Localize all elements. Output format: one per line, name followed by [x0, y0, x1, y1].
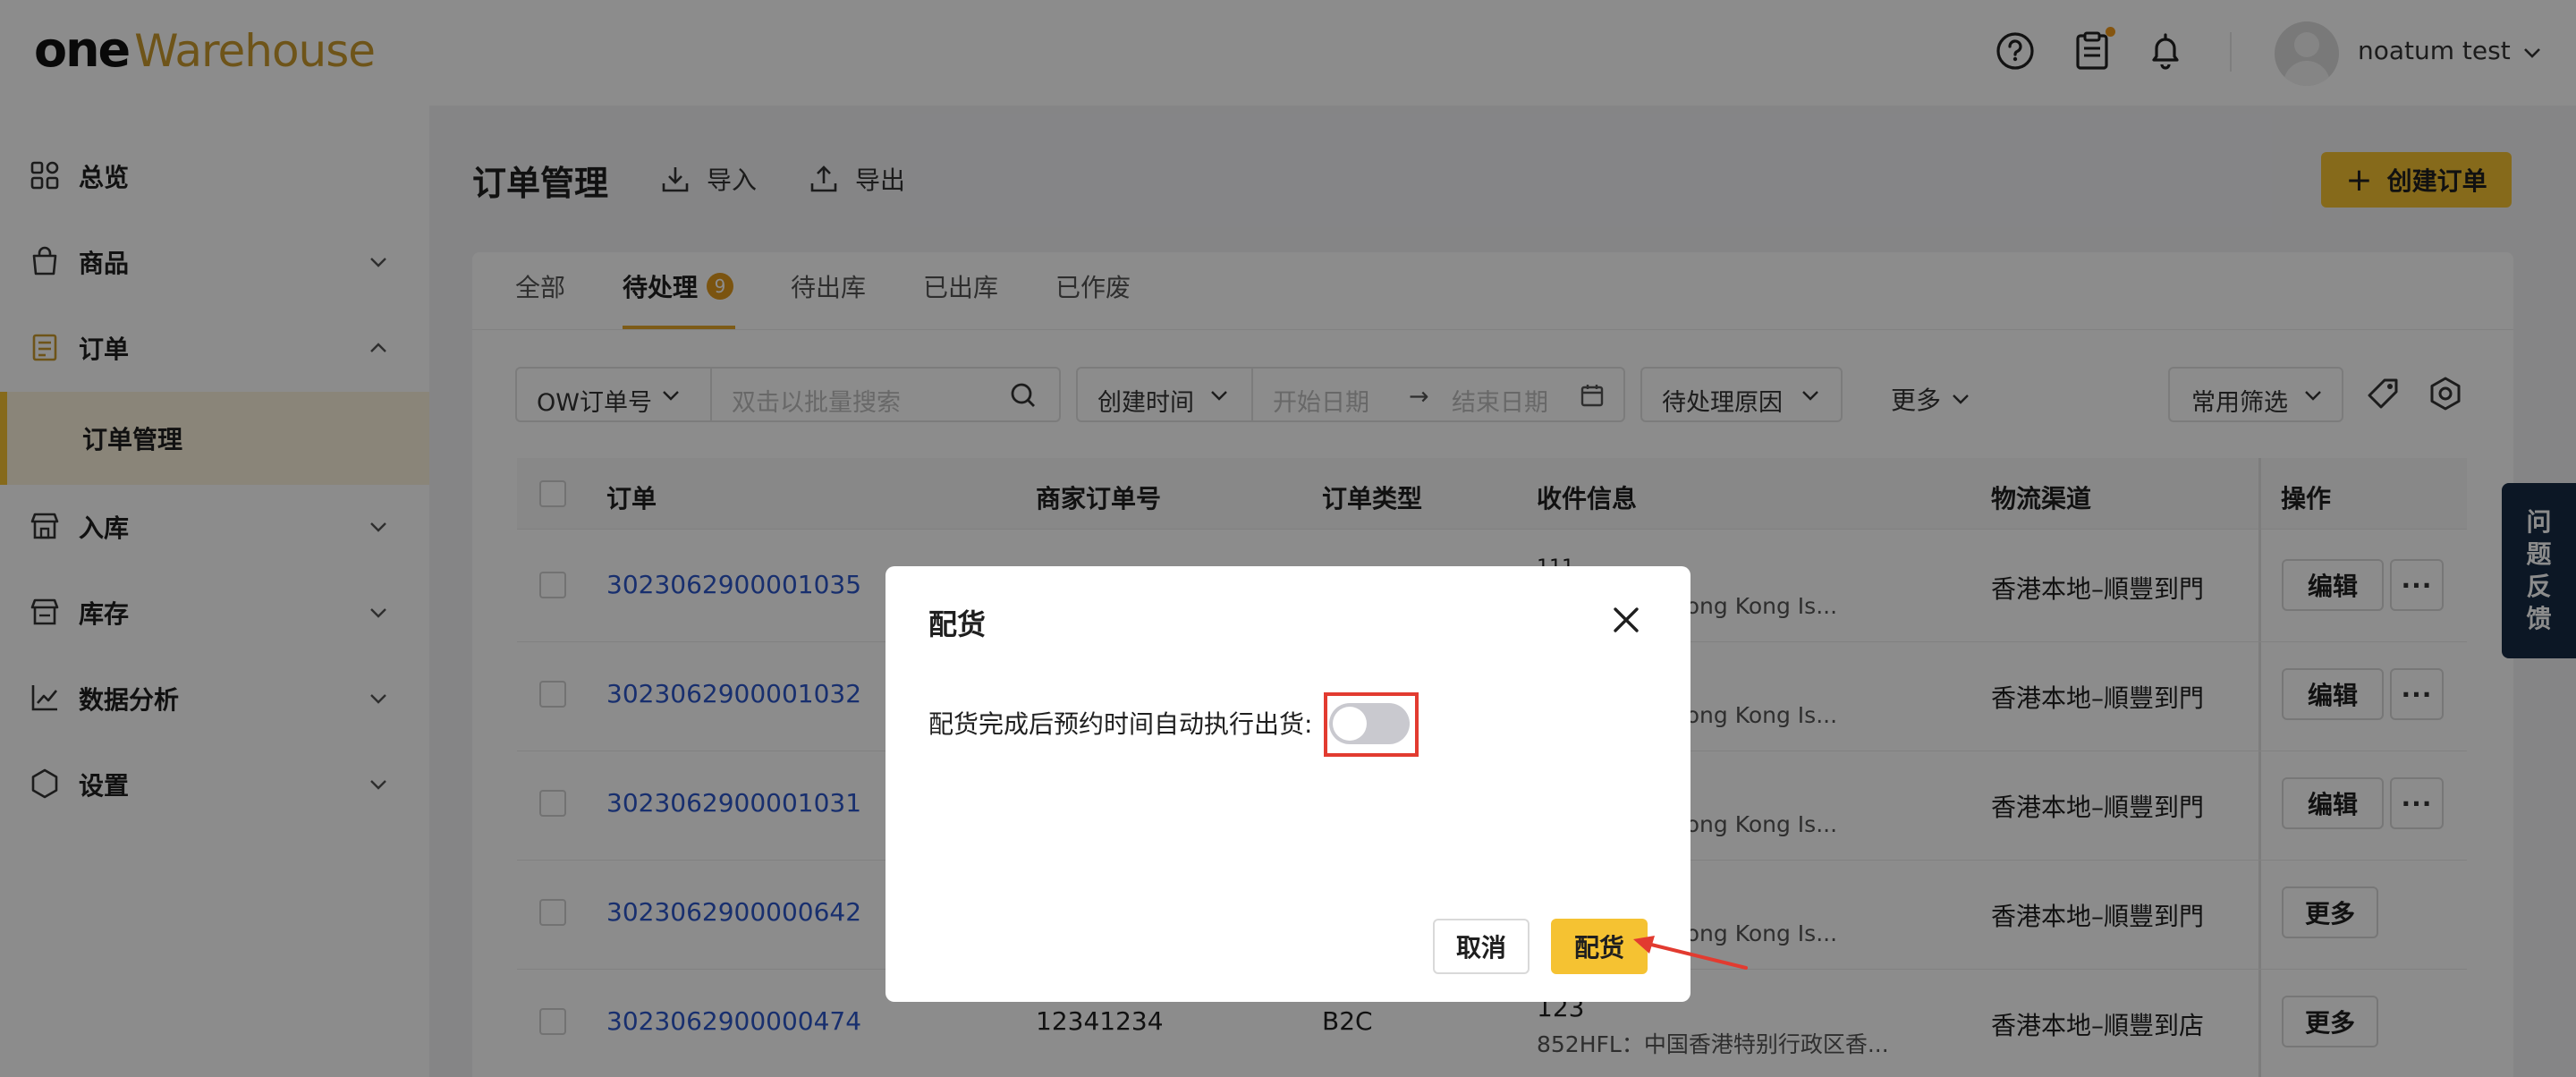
toggle-knob	[1333, 707, 1367, 741]
close-icon[interactable]	[1608, 602, 1644, 638]
allocate-dialog: 配货 配货完成后预约时间自动执行出货: 取消 配货	[886, 566, 1690, 1002]
cancel-button[interactable]: 取消	[1433, 919, 1530, 974]
auto-ship-toggle[interactable]	[1329, 703, 1410, 744]
app-root: one Warehouse noatum test 总览 商品 订单 订单管理 …	[0, 0, 2576, 1077]
auto-ship-label: 配货完成后预约时间自动执行出货:	[928, 709, 1313, 739]
dialog-title: 配货	[928, 607, 987, 641]
annotation-arrow-icon	[1633, 936, 1748, 970]
